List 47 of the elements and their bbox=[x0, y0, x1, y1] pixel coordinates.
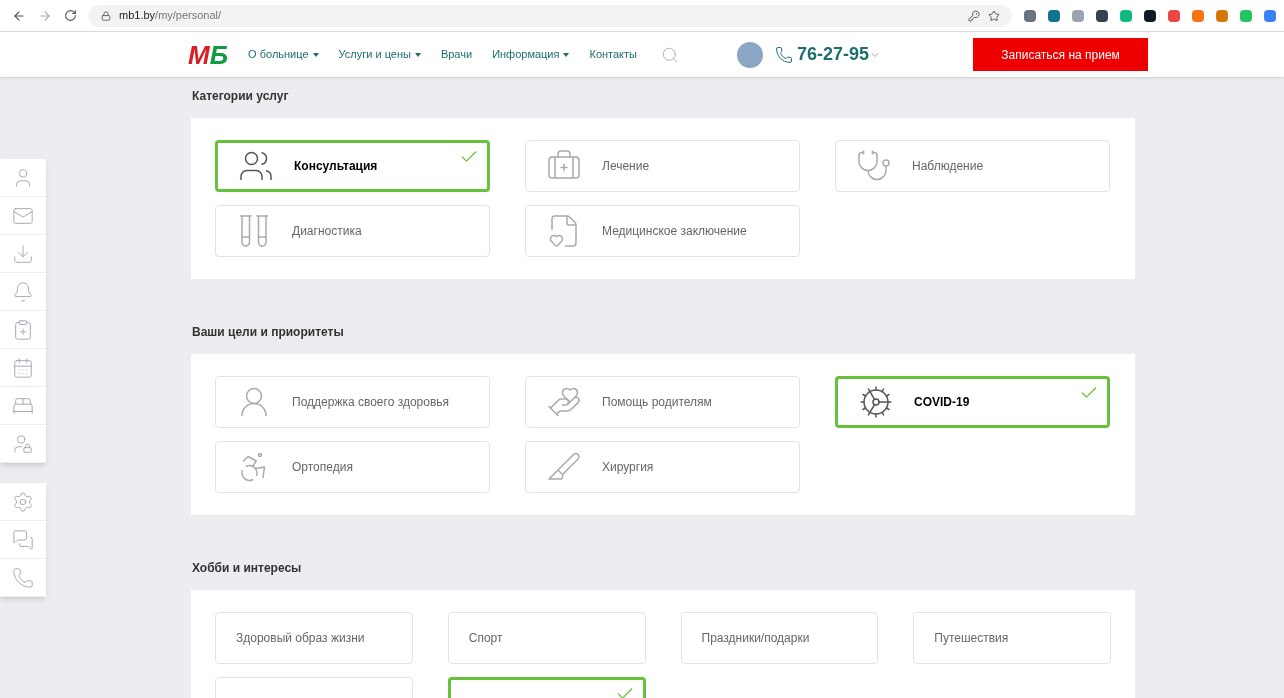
option-card[interactable]: Путешествия bbox=[913, 612, 1111, 664]
nav-link[interactable]: О больнице bbox=[248, 46, 319, 63]
back-icon[interactable] bbox=[12, 8, 26, 23]
lock-icon bbox=[101, 10, 111, 21]
site-logo[interactable]: МБ bbox=[188, 41, 229, 68]
nav-link[interactable]: Врачи bbox=[440, 46, 473, 63]
option-card[interactable]: Наблюдение bbox=[835, 140, 1110, 192]
nav-link[interactable]: Услуги и цены bbox=[338, 46, 421, 63]
option-card[interactable]: Здоровый образ жизни bbox=[215, 612, 413, 664]
option-card[interactable]: Спорт bbox=[447, 612, 646, 664]
reload-icon[interactable] bbox=[64, 9, 77, 22]
bell-icon[interactable] bbox=[0, 273, 46, 311]
url-text: mb1.by/my/personal/ bbox=[119, 8, 223, 24]
download-tray-icon[interactable] bbox=[0, 235, 46, 273]
option-card[interactable]: Медицинское заключение bbox=[525, 205, 800, 257]
nav-link[interactable]: Контакты bbox=[589, 46, 637, 63]
option-card[interactable]: Помощь родителям bbox=[525, 376, 800, 428]
user-lock-icon[interactable] bbox=[0, 425, 46, 463]
section-title: Категории услуг bbox=[192, 88, 290, 105]
option-card[interactable]: Хирургия bbox=[525, 441, 800, 493]
settings-icon[interactable] bbox=[0, 483, 46, 521]
option-card[interactable]: Консультация bbox=[215, 140, 490, 192]
option-card[interactable]: Ортопедия bbox=[215, 441, 490, 493]
option-card[interactable]: Праздники/подарки bbox=[680, 612, 879, 664]
option-card[interactable]: COVID-19 bbox=[835, 376, 1110, 428]
star-icon bbox=[988, 9, 1000, 22]
section-title: Хобби и интересы bbox=[192, 560, 303, 577]
phone-number[interactable]: 76-27-95 bbox=[797, 41, 870, 68]
key-icon bbox=[968, 9, 980, 22]
calendar-icon[interactable] bbox=[0, 349, 46, 387]
chat-icon[interactable] bbox=[0, 521, 46, 559]
option-card[interactable]: Лечение bbox=[525, 140, 800, 192]
section-title: Ваши цели и приоритеты bbox=[192, 324, 345, 341]
avatar[interactable] bbox=[737, 41, 763, 68]
appointment-button[interactable]: Записаться на прием bbox=[973, 38, 1149, 71]
address-bar[interactable]: mb1.by/my/personal/ bbox=[89, 4, 1012, 27]
bed-icon[interactable] bbox=[0, 387, 46, 425]
phone-icon bbox=[775, 45, 793, 64]
option-card[interactable]: Диагностика bbox=[215, 205, 490, 257]
search-icon[interactable] bbox=[661, 45, 679, 64]
user-icon[interactable] bbox=[0, 159, 46, 197]
forward-icon[interactable] bbox=[38, 8, 52, 23]
mail-icon[interactable] bbox=[0, 197, 46, 235]
clipboard-plus-icon[interactable] bbox=[0, 311, 46, 349]
phone-icon[interactable] bbox=[0, 559, 46, 597]
nav-link[interactable]: Информация bbox=[492, 46, 570, 63]
option-card[interactable]: Поддержка своего здоровья bbox=[215, 376, 490, 428]
